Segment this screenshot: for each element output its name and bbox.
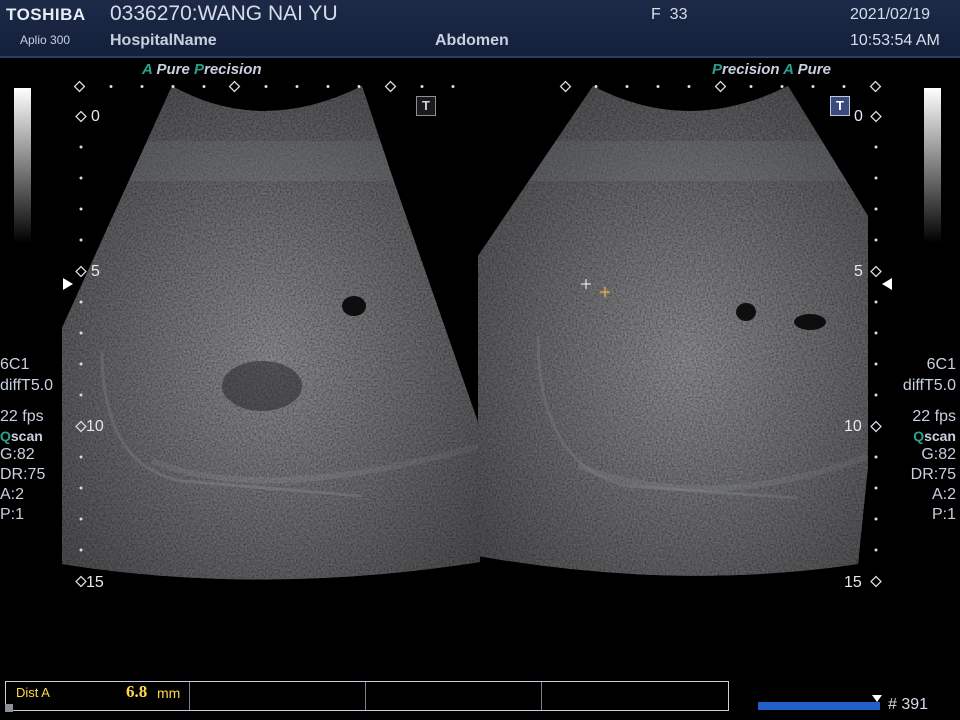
active-image-t-button-left[interactable]: T <box>416 96 436 116</box>
imaging-mode: diffT5.0 <box>0 377 54 394</box>
measurement-result-table: Dist A 6.8 mm <box>5 681 729 711</box>
p-value: P:1 <box>0 506 25 523</box>
brand-logo: TOSHIBA <box>6 5 86 24</box>
frame-rate: 22 fps <box>0 408 44 425</box>
gain-value: G:82 <box>0 446 35 463</box>
qscan-label: Qscan <box>0 428 43 444</box>
p-value: P:1 <box>931 506 956 523</box>
status-marker <box>5 704 13 712</box>
apure-precision-label-right: Precision A Pure <box>712 61 831 78</box>
depth-tick-right-5: 5 <box>854 263 863 280</box>
ultrasound-image-left[interactable] <box>62 86 480 582</box>
device-model: Aplio 300 <box>20 33 71 47</box>
measurement-cell-3[interactable] <box>366 682 542 710</box>
depth-tick-left-10: 10 <box>86 418 104 435</box>
frame-rate: 22 fps <box>912 408 956 425</box>
a-value: A:2 <box>0 486 25 503</box>
probe-type: 6C1 <box>0 356 30 373</box>
grayscale-bar-right <box>924 88 941 243</box>
qscan-label: Qscan <box>913 428 956 444</box>
measurement-value: 6.8 <box>126 682 148 701</box>
depth-tick-left-0: 0 <box>91 108 100 125</box>
exam-date: 2021/02/19 <box>850 6 931 23</box>
measurement-unit: mm <box>157 685 181 701</box>
lateral-scale <box>73 80 882 93</box>
depth-tick-right-15: 15 <box>844 574 862 591</box>
header-bar: TOSHIBA Aplio 300 0336270:WANG NAI YU Ho… <box>0 0 960 58</box>
apure-a: A <box>783 61 794 78</box>
ultrasound-image-right[interactable] <box>478 86 896 582</box>
apure-pure: Pure <box>797 61 831 78</box>
gain-value: G:82 <box>921 446 956 463</box>
parameter-panel-left: 6C1 diffT5.0 22 fps Qscan G:82 DR:75 A:2… <box>0 354 53 525</box>
depth-scale-left <box>75 110 87 588</box>
focus-marker-right-icon[interactable] <box>882 278 894 290</box>
exam-region: Abdomen <box>435 32 509 49</box>
depth-tick-left-5: 5 <box>91 263 100 280</box>
precision-p: P <box>712 61 723 78</box>
precision-rest: recision <box>204 61 262 78</box>
measurement-cell-4[interactable] <box>542 682 727 710</box>
patient-sex-age: F 33 <box>651 6 688 23</box>
depth-tick-right-0: 0 <box>854 108 863 125</box>
exam-time: 10:53:54 AM <box>850 32 940 49</box>
imaging-mode: diffT5.0 <box>902 377 956 394</box>
grayscale-bar-left <box>14 88 31 243</box>
dynamic-range-value: DR:75 <box>910 466 956 483</box>
measurement-cell-2[interactable] <box>190 682 366 710</box>
parameter-panel-right: 6C1 diffT5.0 22 fps Qscan G:82 DR:75 A:2… <box>903 354 956 525</box>
dynamic-range-value: DR:75 <box>0 466 46 483</box>
depth-scale-right <box>870 110 882 588</box>
cine-frame-count: # 391 <box>888 696 929 713</box>
measurement-label: Dist A <box>16 685 50 700</box>
active-image-t-button-right[interactable]: T <box>830 96 850 116</box>
focus-marker-left-icon[interactable] <box>63 278 75 290</box>
depth-tick-left-15: 15 <box>86 574 104 591</box>
apure-precision-label-left: A Pure Precision <box>142 61 262 78</box>
measurement-cell-1[interactable]: Dist A 6.8 mm <box>6 682 190 710</box>
cine-position-marker-icon[interactable] <box>872 695 882 702</box>
precision-p: P <box>193 61 204 78</box>
probe-type: 6C1 <box>926 356 956 373</box>
depth-tick-right-10: 10 <box>844 418 862 435</box>
apure-a: A <box>142 61 153 78</box>
patient-id-name: 0336270:WANG NAI YU <box>110 2 338 25</box>
cine-progress-bar[interactable] <box>758 702 880 710</box>
precision-rest: recision <box>722 61 780 78</box>
a-value: A:2 <box>931 486 956 503</box>
apure-pure: Pure <box>156 61 190 78</box>
hospital-name: HospitalName <box>110 32 217 49</box>
